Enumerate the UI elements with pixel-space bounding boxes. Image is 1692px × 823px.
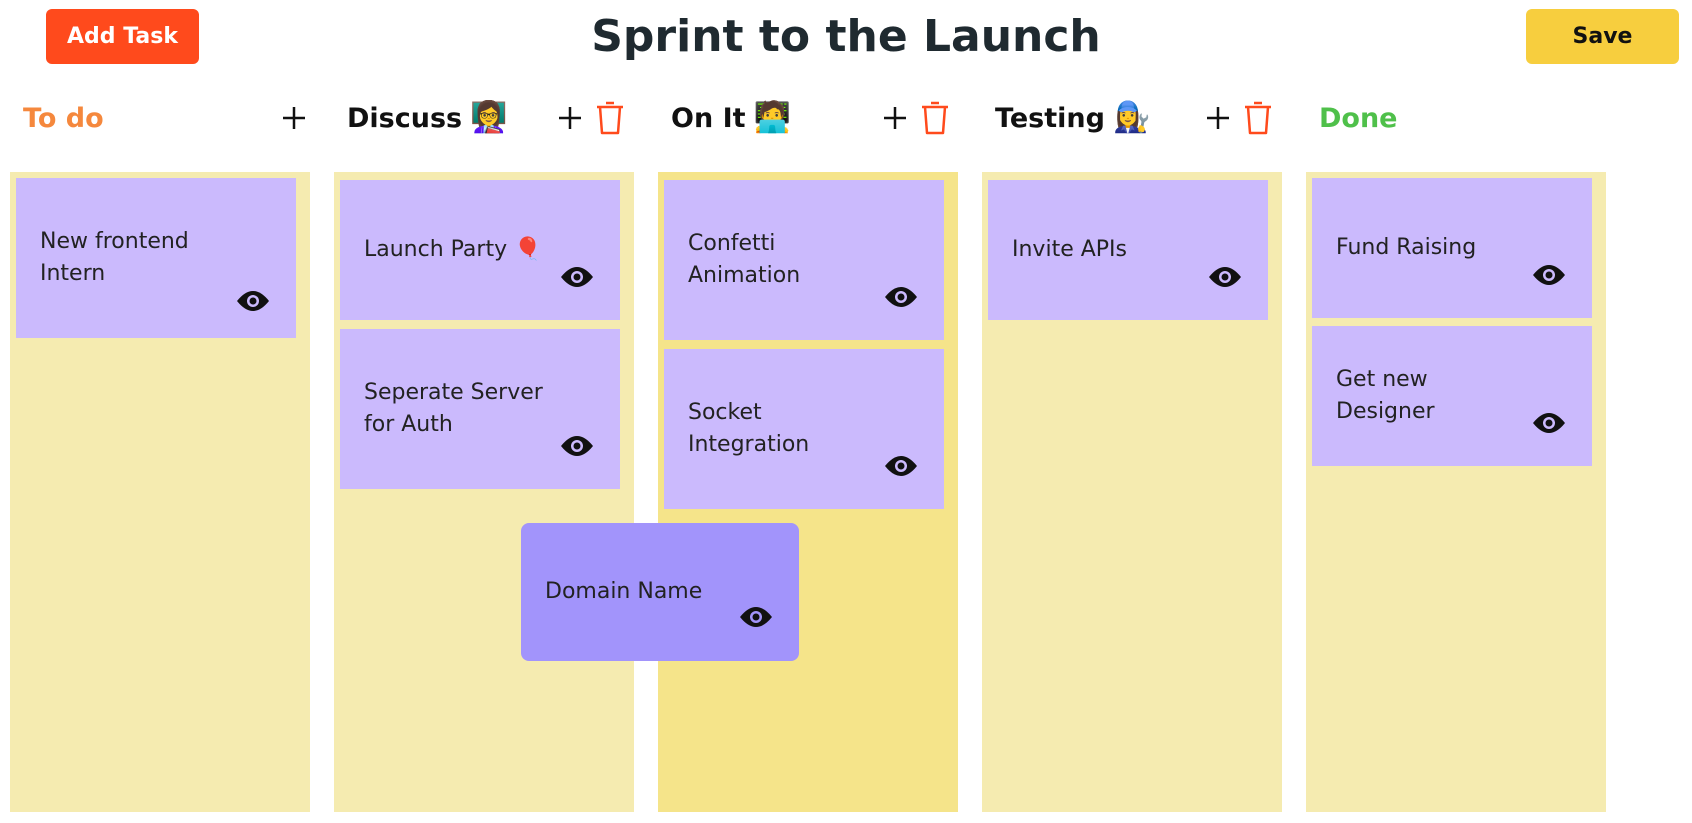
eye-icon[interactable] <box>1531 410 1567 436</box>
task-card[interactable]: Invite APIs <box>988 180 1268 320</box>
task-card[interactable]: New frontend Intern <box>16 178 296 338</box>
plus-icon[interactable] <box>276 100 312 136</box>
column-header-todo: To do <box>23 94 323 142</box>
task-card[interactable]: Seperate Server for Auth <box>340 329 620 489</box>
column-header-discuss: Discuss 👩‍🏫 <box>347 94 647 142</box>
column-testing[interactable]: Invite APIs <box>982 172 1282 812</box>
column-header-on-it: On It 🧑‍💻 <box>671 94 971 142</box>
task-card-text: Socket Integration <box>688 400 810 457</box>
eye-icon[interactable] <box>883 453 919 479</box>
teacher-emoji-icon: 👩‍🏫 <box>470 100 508 135</box>
add-task-button[interactable]: Add Task <box>46 9 199 64</box>
trash-icon[interactable] <box>592 100 628 136</box>
task-card-text: Confetti Animation <box>688 231 801 288</box>
task-card[interactable]: Socket Integration <box>664 349 944 509</box>
trash-icon[interactable] <box>1240 100 1276 136</box>
task-card-text: Seperate Server for Auth <box>364 380 543 437</box>
task-card-text: Get new Designer <box>1336 367 1435 424</box>
plus-icon[interactable] <box>1200 100 1236 136</box>
eye-icon[interactable] <box>1207 264 1243 290</box>
task-card[interactable]: Fund Raising <box>1312 178 1592 318</box>
save-button[interactable]: Save <box>1526 9 1679 64</box>
column-on-it[interactable]: Confetti Animation Socket Integration <box>658 172 958 812</box>
eye-icon[interactable] <box>883 284 919 310</box>
task-card[interactable]: Launch Party 🎈 <box>340 180 620 320</box>
column-title: To do <box>23 102 104 134</box>
page-title: Sprint to the Launch <box>591 11 1101 62</box>
plus-icon[interactable] <box>877 100 913 136</box>
column-title: On It <box>671 102 746 134</box>
dragging-task-card[interactable]: Domain Name <box>521 523 799 661</box>
column-title: Discuss <box>347 102 463 134</box>
task-card-text: Invite APIs <box>1012 237 1127 262</box>
eye-icon[interactable] <box>559 433 595 459</box>
eye-icon[interactable] <box>235 288 271 314</box>
plus-icon[interactable] <box>552 100 588 136</box>
task-card-text: Fund Raising <box>1336 235 1477 260</box>
mechanic-emoji-icon: 👩‍🔧 <box>1112 100 1151 135</box>
task-card-text: Launch Party 🎈 <box>364 237 542 262</box>
column-title: Testing <box>995 102 1105 134</box>
eye-icon[interactable] <box>1531 262 1567 288</box>
column-header-testing: Testing 👩‍🔧 <box>995 94 1295 142</box>
eye-icon[interactable] <box>559 264 595 290</box>
task-card-text: Domain Name <box>545 579 703 604</box>
trash-icon[interactable] <box>917 100 953 136</box>
column-header-done: Done <box>1319 94 1619 142</box>
technologist-emoji-icon: 🧑‍💻 <box>753 100 791 135</box>
eye-icon[interactable] <box>738 604 774 630</box>
task-card-text: New frontend Intern <box>40 229 189 286</box>
column-title: Done <box>1319 102 1398 134</box>
task-card[interactable]: Get new Designer <box>1312 326 1592 466</box>
column-done[interactable]: Fund Raising Get new Designer <box>1306 172 1606 812</box>
column-discuss[interactable]: Launch Party 🎈 Seperate Server for Auth <box>334 172 634 812</box>
task-card[interactable]: Confetti Animation <box>664 180 944 340</box>
column-todo[interactable]: New frontend Intern <box>10 172 310 812</box>
